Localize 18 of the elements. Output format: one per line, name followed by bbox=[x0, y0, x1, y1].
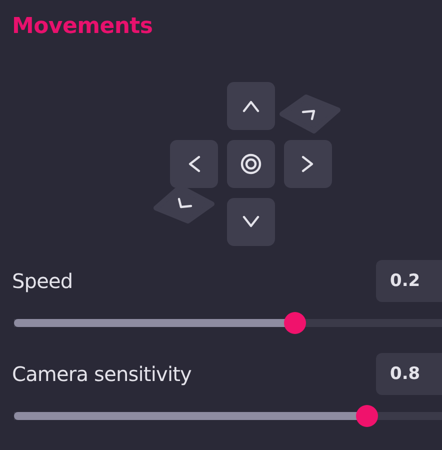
left-button[interactable] bbox=[170, 140, 218, 188]
chevron-up-icon bbox=[241, 99, 261, 113]
value-field[interactable]: 0.8 bbox=[376, 353, 442, 395]
right-button[interactable] bbox=[284, 140, 332, 188]
target-icon bbox=[240, 153, 262, 175]
slider-label: Camera sensitivity bbox=[12, 362, 192, 386]
down-button[interactable] bbox=[227, 198, 275, 246]
section-title: Movements bbox=[12, 13, 154, 41]
value-field[interactable]: 0.2 bbox=[376, 260, 442, 302]
center-button[interactable] bbox=[227, 140, 275, 188]
slider-label: Speed bbox=[12, 269, 73, 293]
slider-thumb[interactable] bbox=[284, 312, 306, 334]
chevron-right-icon bbox=[301, 154, 315, 174]
chevron-down-icon bbox=[241, 215, 261, 229]
chevron-left-icon bbox=[187, 154, 201, 174]
slider-thumb[interactable] bbox=[356, 405, 378, 427]
up-right-button[interactable] bbox=[279, 94, 341, 134]
up-button[interactable] bbox=[227, 82, 275, 130]
